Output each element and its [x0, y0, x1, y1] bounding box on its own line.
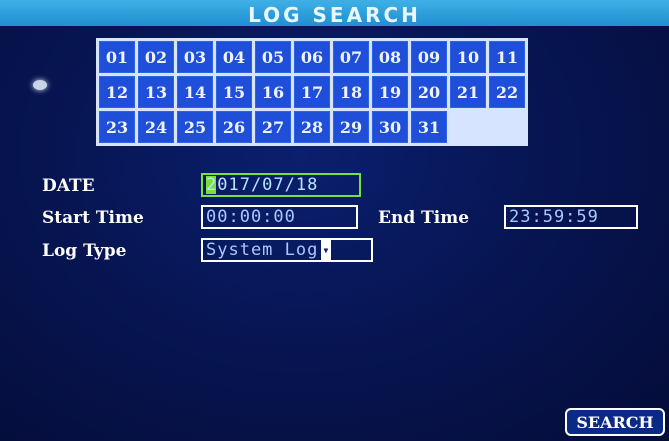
- day-cell-15[interactable]: 15: [216, 76, 252, 108]
- end-time-label: End Time: [378, 208, 470, 228]
- day-cell-28[interactable]: 28: [294, 111, 330, 143]
- start-time-field[interactable]: 00:00:00: [201, 205, 358, 229]
- day-cell-01[interactable]: 01: [99, 41, 135, 73]
- log-type-label: Log Type: [42, 241, 127, 261]
- chevron-down-icon[interactable]: ▼: [321, 240, 332, 260]
- log-type-select[interactable]: System Log ▼: [201, 238, 373, 262]
- day-cell-11[interactable]: 11: [489, 41, 525, 73]
- day-cell-07[interactable]: 07: [333, 41, 369, 73]
- day-cell-20[interactable]: 20: [411, 76, 447, 108]
- day-cell-30[interactable]: 30: [372, 111, 408, 143]
- day-cell-09[interactable]: 09: [411, 41, 447, 73]
- day-cell-12[interactable]: 12: [99, 76, 135, 108]
- day-cell-18[interactable]: 18: [333, 76, 369, 108]
- day-cell-02[interactable]: 02: [138, 41, 174, 73]
- day-cell-06[interactable]: 06: [294, 41, 330, 73]
- search-button[interactable]: SEARCH: [565, 408, 665, 436]
- date-field[interactable]: 2017/07/18: [201, 173, 361, 197]
- start-time-value: 00:00:00: [206, 207, 296, 227]
- day-cell-04[interactable]: 04: [216, 41, 252, 73]
- log-type-value: System Log: [206, 240, 319, 260]
- day-cell-08[interactable]: 08: [372, 41, 408, 73]
- day-cell-17[interactable]: 17: [294, 76, 330, 108]
- title-bar: LOG SEARCH: [0, 0, 669, 26]
- day-cell-29[interactable]: 29: [333, 111, 369, 143]
- day-cell-16[interactable]: 16: [255, 76, 291, 108]
- day-calendar-grid: 01 02 03 04 05 06 07 08 09 10 11 12 13 14 15 16 17 18 19 20…: [96, 38, 528, 146]
- day-cell-21[interactable]: 21: [450, 76, 486, 108]
- day-cell-31[interactable]: 31: [411, 111, 447, 143]
- end-time-value: 23:59:59: [509, 207, 599, 227]
- end-time-field[interactable]: 23:59:59: [504, 205, 638, 229]
- day-cell-27[interactable]: 27: [255, 111, 291, 143]
- day-cell-13[interactable]: 13: [138, 76, 174, 108]
- day-cell-14[interactable]: 14: [177, 76, 213, 108]
- indicator-light-icon: [33, 80, 47, 90]
- day-cell-10[interactable]: 10: [450, 41, 486, 73]
- date-label: DATE: [42, 176, 95, 196]
- start-time-label: Start Time: [42, 208, 144, 228]
- day-cell-25[interactable]: 25: [177, 111, 213, 143]
- day-cell-19[interactable]: 19: [372, 76, 408, 108]
- date-value: 2017/07/18: [206, 175, 319, 195]
- day-cell-05[interactable]: 05: [255, 41, 291, 73]
- day-cell-03[interactable]: 03: [177, 41, 213, 73]
- day-cell-23[interactable]: 23: [99, 111, 135, 143]
- page-title: LOG SEARCH: [248, 3, 421, 27]
- day-cell-22[interactable]: 22: [489, 76, 525, 108]
- day-cell-26[interactable]: 26: [216, 111, 252, 143]
- day-cell-24[interactable]: 24: [138, 111, 174, 143]
